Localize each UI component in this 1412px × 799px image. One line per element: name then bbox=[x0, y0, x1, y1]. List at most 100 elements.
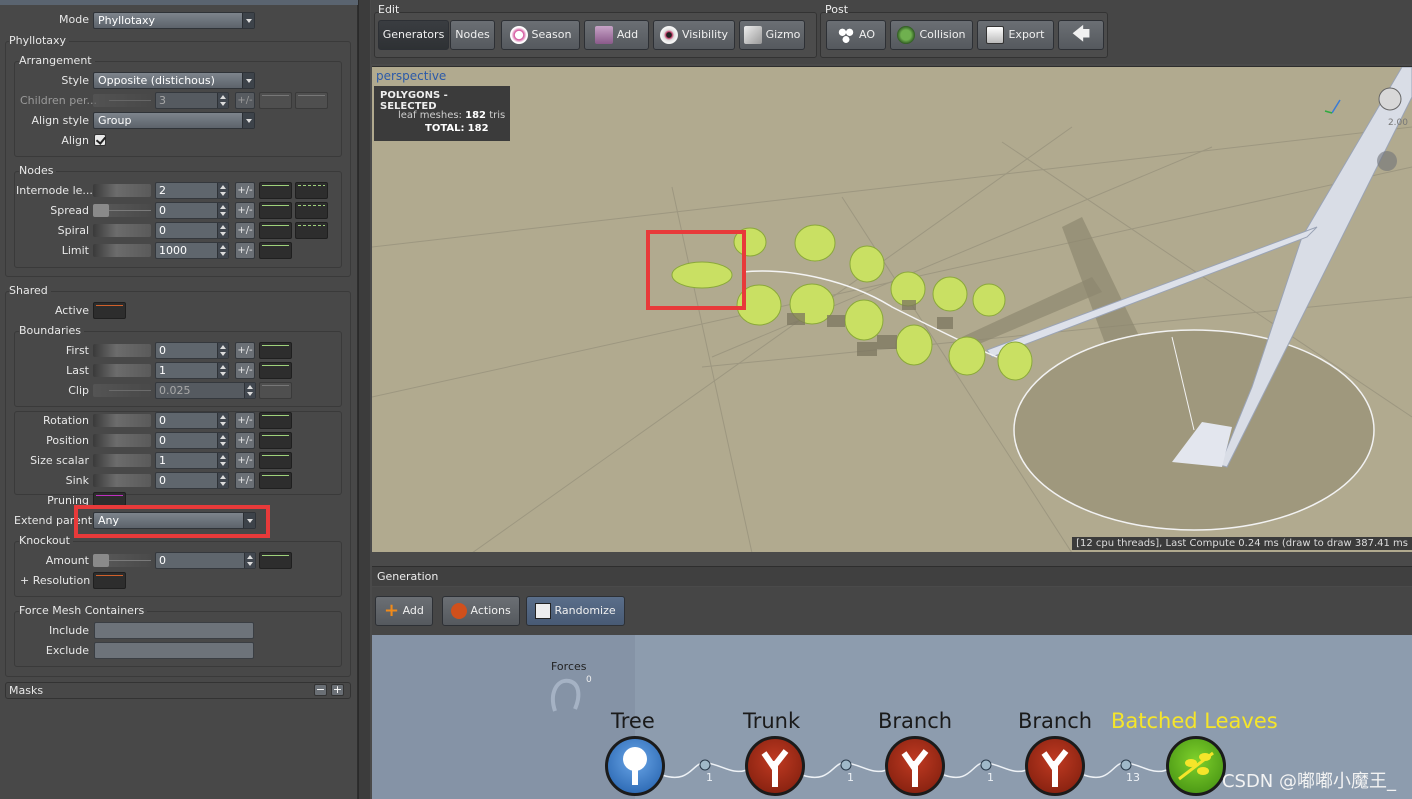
mode-dropdown[interactable]: Phyllotaxy bbox=[93, 12, 255, 29]
slider-knob[interactable] bbox=[93, 204, 109, 217]
sink-slider[interactable] bbox=[93, 474, 151, 487]
visibility-button[interactable]: Visibility bbox=[653, 20, 735, 50]
spiral-curve-2[interactable] bbox=[295, 222, 328, 239]
slider-knob[interactable] bbox=[93, 554, 109, 567]
generator-graph[interactable]: Forces 0 Tree Trunk Branch Branch Batche… bbox=[372, 635, 1412, 799]
panel-scroll-bar[interactable] bbox=[0, 0, 358, 5]
amount-spinbox[interactable]: 0 bbox=[155, 552, 256, 569]
position-curve[interactable] bbox=[259, 432, 292, 449]
light-sphere-icon[interactable] bbox=[1378, 87, 1402, 111]
nodes-button[interactable]: Nodes bbox=[450, 20, 495, 50]
last-slider[interactable] bbox=[93, 364, 151, 377]
spin-arrows-icon[interactable] bbox=[217, 183, 228, 198]
first-slider[interactable] bbox=[93, 344, 151, 357]
spiral-spinbox[interactable]: 0 bbox=[155, 222, 229, 239]
internode-spinbox[interactable]: 2 bbox=[155, 182, 229, 199]
spin-arrows-icon[interactable] bbox=[217, 433, 228, 448]
clip-curve[interactable] bbox=[259, 382, 292, 399]
spin-arrows-icon[interactable] bbox=[217, 343, 228, 358]
wind-fan-icon[interactable] bbox=[1377, 151, 1397, 171]
spin-arrows-icon[interactable] bbox=[217, 243, 228, 258]
generation-add-button[interactable]: + Add bbox=[375, 596, 433, 626]
batched-leaves-node[interactable] bbox=[1166, 736, 1226, 796]
size-scalar-spinbox[interactable]: 1 bbox=[155, 452, 229, 469]
amount-curve[interactable] bbox=[259, 552, 292, 569]
3d-viewport[interactable]: perspective POLYGONS - SELECTED leaf mes… bbox=[372, 66, 1412, 552]
masks-title[interactable]: Masks bbox=[9, 684, 43, 697]
actions-button[interactable]: Actions bbox=[442, 596, 520, 626]
panel-splitter[interactable] bbox=[358, 0, 370, 799]
clip-spinbox[interactable]: 0.025 bbox=[155, 382, 256, 399]
align-style-dropdown[interactable]: Group bbox=[93, 112, 255, 129]
generators-button[interactable]: Generators bbox=[378, 20, 449, 50]
sink-plus-minus[interactable]: +/- bbox=[235, 472, 255, 489]
internode-curve-2[interactable] bbox=[295, 182, 328, 199]
first-spinbox[interactable]: 0 bbox=[155, 342, 229, 359]
export-button[interactable]: Export bbox=[977, 20, 1054, 50]
branch-node-2[interactable] bbox=[1025, 736, 1085, 796]
children-per-spinbox[interactable]: 3 bbox=[155, 92, 229, 109]
limit-spinbox[interactable]: 1000 bbox=[155, 242, 229, 259]
spread-spinbox[interactable]: 0 bbox=[155, 202, 229, 219]
active-curve[interactable] bbox=[93, 302, 126, 319]
resolution-curve[interactable] bbox=[93, 572, 126, 589]
limit-plus-minus[interactable]: +/- bbox=[235, 242, 255, 259]
spread-plus-minus[interactable]: +/- bbox=[235, 202, 255, 219]
gizmo-button[interactable]: Gizmo bbox=[739, 20, 805, 50]
internode-plus-minus[interactable]: +/- bbox=[235, 182, 255, 199]
tree-node[interactable] bbox=[605, 736, 665, 796]
position-spinbox[interactable]: 0 bbox=[155, 432, 229, 449]
rotation-plus-minus[interactable]: +/- bbox=[235, 412, 255, 429]
limit-curve[interactable] bbox=[259, 242, 292, 259]
spiral-slider[interactable] bbox=[93, 224, 151, 237]
last-curve[interactable] bbox=[259, 362, 292, 379]
spin-arrows-icon[interactable] bbox=[217, 223, 228, 238]
children-per-curve[interactable] bbox=[259, 92, 292, 109]
branch-node-1[interactable] bbox=[885, 736, 945, 796]
children-per-slider[interactable] bbox=[93, 94, 151, 107]
season-button[interactable]: Season bbox=[501, 20, 580, 50]
spin-arrows-icon[interactable] bbox=[217, 473, 228, 488]
clip-slider[interactable] bbox=[93, 384, 151, 397]
back-arrow-button[interactable]: 🡄 bbox=[1058, 20, 1104, 50]
spread-curve-2[interactable] bbox=[295, 202, 328, 219]
include-field[interactable] bbox=[94, 622, 254, 639]
limit-slider[interactable] bbox=[93, 244, 151, 257]
amount-slider[interactable] bbox=[93, 554, 151, 567]
rotation-slider[interactable] bbox=[93, 414, 151, 427]
children-per-curve-2[interactable] bbox=[295, 92, 328, 109]
internode-slider[interactable] bbox=[93, 184, 151, 197]
size-scalar-slider[interactable] bbox=[93, 454, 151, 467]
spin-arrows-icon[interactable] bbox=[244, 553, 255, 568]
size-scalar-curve[interactable] bbox=[259, 452, 292, 469]
add-button[interactable]: Add bbox=[584, 20, 649, 50]
exclude-field[interactable] bbox=[94, 642, 254, 659]
size-scalar-plus-minus[interactable]: +/- bbox=[235, 452, 255, 469]
masks-add-button[interactable]: + bbox=[331, 684, 344, 696]
rotation-curve[interactable] bbox=[259, 412, 292, 429]
style-dropdown[interactable]: Opposite (distichous) bbox=[93, 72, 255, 89]
spin-arrows-icon[interactable] bbox=[217, 413, 228, 428]
sink-spinbox[interactable]: 0 bbox=[155, 472, 229, 489]
spiral-curve[interactable] bbox=[259, 222, 292, 239]
spin-arrows-icon[interactable] bbox=[217, 453, 228, 468]
spread-slider[interactable] bbox=[93, 204, 151, 217]
spiral-plus-minus[interactable]: +/- bbox=[235, 222, 255, 239]
pruning-curve[interactable] bbox=[93, 492, 126, 506]
randomize-button[interactable]: Randomize bbox=[526, 596, 625, 626]
position-slider[interactable] bbox=[93, 434, 151, 447]
spin-arrows-icon[interactable] bbox=[217, 203, 228, 218]
ao-button[interactable]: AO bbox=[826, 20, 886, 50]
spin-arrows-icon[interactable] bbox=[244, 383, 255, 398]
first-curve[interactable] bbox=[259, 342, 292, 359]
resolution-label[interactable]: + Resolution bbox=[20, 574, 90, 587]
sink-curve[interactable] bbox=[259, 472, 292, 489]
last-plus-minus[interactable]: +/- bbox=[235, 362, 255, 379]
collision-button[interactable]: Collision bbox=[890, 20, 973, 50]
spin-arrows-icon[interactable] bbox=[217, 363, 228, 378]
spin-arrows-icon[interactable] bbox=[217, 93, 228, 108]
children-per-plus-minus[interactable]: +/- bbox=[235, 92, 255, 109]
internode-curve[interactable] bbox=[259, 182, 292, 199]
spread-curve[interactable] bbox=[259, 202, 292, 219]
rotation-spinbox[interactable]: 0 bbox=[155, 412, 229, 429]
